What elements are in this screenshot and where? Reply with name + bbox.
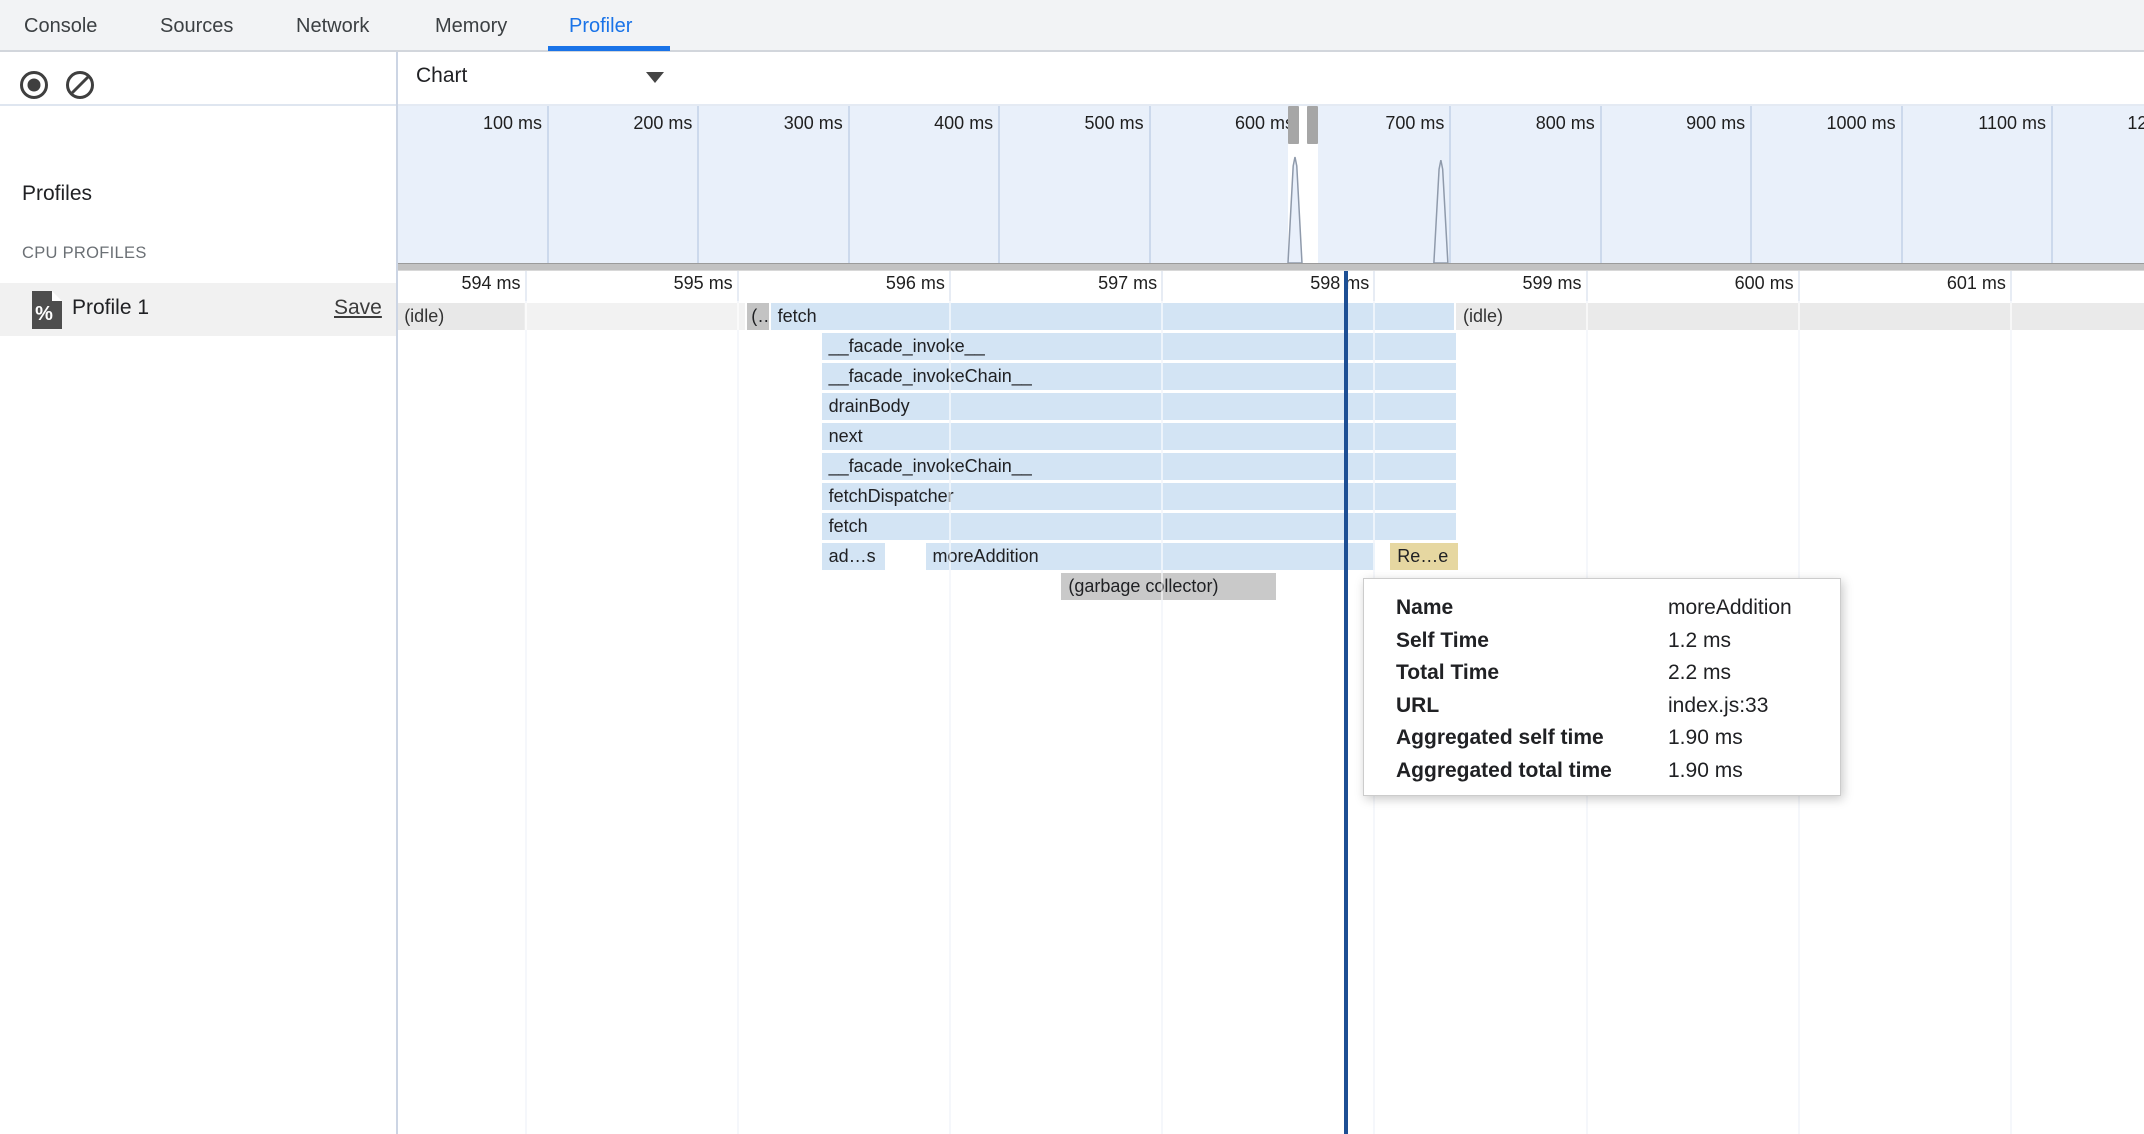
selection-handle-left[interactable]: [1288, 106, 1299, 144]
flame-ruler-label: 596 ms: [835, 273, 945, 294]
flame-ruler-label: 601 ms: [1896, 273, 2006, 294]
cpu-activity-spike: [1288, 157, 1302, 263]
flame-frame-fetch[interactable]: fetch: [822, 513, 1456, 540]
record-button[interactable]: [15, 66, 53, 104]
flame-frame-drainbody[interactable]: drainBody: [822, 393, 1456, 420]
flame-frame-fetchdispatcher[interactable]: fetchDispatcher: [822, 483, 1456, 510]
profile-name: Profile 1: [72, 296, 149, 320]
tooltip-label: Total Time: [1396, 657, 1499, 690]
flame-frame-facade-invoke[interactable]: __facade_invoke__: [822, 333, 1456, 360]
flame-ruler-label: 595 ms: [623, 273, 733, 294]
tooltip-label: Aggregated self time: [1396, 722, 1604, 755]
flame-frame-garbage-collector[interactable]: (garbage collector): [1061, 573, 1275, 600]
save-profile-link[interactable]: Save: [334, 296, 382, 320]
flame-frame-facade-invokechain[interactable]: __facade_invokeChain__: [822, 453, 1456, 480]
flame-frame-moreaddition[interactable]: moreAddition: [926, 543, 1376, 570]
selection-handle-right[interactable]: [1307, 106, 1318, 144]
tooltip-label: Aggregated total time: [1396, 755, 1612, 788]
record-icon: [15, 66, 53, 104]
tab-profiler[interactable]: Profiler: [569, 0, 632, 50]
clear-button[interactable]: [61, 66, 99, 104]
flame-ruler-label: 598 ms: [1259, 273, 1369, 294]
tooltip-value: 1.90 ms: [1668, 722, 1743, 755]
flame-ruler-label: 600 ms: [1684, 273, 1794, 294]
flame-gridline-overlay: [737, 301, 739, 1134]
flame-chart[interactable]: 594 ms 595 ms 596 ms 597 ms 598 ms 599 ms 600 …: [398, 271, 2144, 1134]
svg-text:%: %: [35, 303, 53, 325]
cpu-activity-spike: [1434, 160, 1448, 263]
tooltip-row: Aggregated self time 1.90 ms: [1364, 722, 1840, 755]
devtools-tabbar: Console Sources Network Memory Profiler: [0, 0, 2144, 52]
flame-ruler-label: 597 ms: [1047, 273, 1157, 294]
sidebar: Profiles CPU PROFILES % Profile 1 Save: [0, 52, 398, 1134]
flame-ruler-label: 594 ms: [411, 273, 521, 294]
cpu-profiles-section-label: CPU PROFILES: [22, 244, 147, 263]
clear-icon: [61, 66, 99, 104]
flame-gridline-overlay: [525, 301, 527, 1134]
flame-frame-next[interactable]: next: [822, 423, 1456, 450]
tooltip-row: Total Time 2.2 ms: [1364, 657, 1840, 690]
tooltip-label: URL: [1396, 690, 1439, 723]
flame-gridline-overlay: [949, 301, 951, 1134]
flame-frame-ad-s[interactable]: ad…s: [822, 543, 886, 570]
tooltip-label: Self Time: [1396, 625, 1489, 658]
flame-gridline-overlay: [2010, 301, 2012, 1134]
flame-ruler-label: 599 ms: [1472, 273, 1582, 294]
overview-divider: [398, 263, 2144, 271]
tooltip-value: 1.90 ms: [1668, 755, 1743, 788]
profile-document-icon: %: [30, 291, 62, 329]
flame-frame-facade-invokechain[interactable]: __facade_invokeChain__: [822, 363, 1456, 390]
tooltip-value: index.js:33: [1668, 690, 1768, 723]
flame-frame-idle[interactable]: (idle): [1456, 303, 2144, 330]
devtools-window: Console Sources Network Memory Profiler Prof…: [0, 0, 2144, 1134]
tooltip-row: Aggregated total time 1.90 ms: [1364, 755, 1840, 788]
profiler-main-panel: Chart 100 ms200 ms300 ms400 ms500 ms600 …: [398, 52, 2144, 1134]
tooltip-row: URL index.js:33: [1364, 690, 1840, 723]
timeline-cursor-line: [1344, 271, 1348, 1134]
view-mode-value: Chart: [416, 64, 467, 88]
tooltip-value: 1.2 ms: [1668, 625, 1731, 658]
flame-frame-re-e[interactable]: Re…e: [1390, 543, 1458, 570]
view-mode-dropdown[interactable]: Chart: [416, 62, 664, 94]
profiles-heading: Profiles: [22, 182, 92, 206]
cpu-activity-spikes: [398, 106, 2144, 263]
timeline-overview[interactable]: 100 ms200 ms300 ms400 ms500 ms600 ms700 …: [398, 106, 2144, 263]
tab-console[interactable]: Console: [24, 0, 97, 50]
view-toolbar: Chart: [398, 52, 2144, 106]
profile-item[interactable]: % Profile 1 Save: [0, 283, 396, 336]
frame-tooltip: NamemoreAdditionSelf Time1.2 msTotal Tim…: [1363, 578, 1841, 796]
tab-sources[interactable]: Sources: [160, 0, 233, 50]
tab-network[interactable]: Network: [296, 0, 369, 50]
flame-frame-[interactable]: (…: [747, 303, 768, 330]
flame-frame-idle[interactable]: (idle): [398, 303, 745, 330]
tooltip-label: Name: [1396, 592, 1453, 625]
dropdown-caret-icon: [646, 72, 664, 83]
flame-frame-fetch[interactable]: fetch: [771, 303, 1454, 330]
profiler-toolbar: [0, 52, 396, 106]
flame-gridline-overlay: [1161, 301, 1163, 1134]
tooltip-row: Name moreAddition: [1364, 592, 1840, 625]
tooltip-row: Self Time 1.2 ms: [1364, 625, 1840, 658]
tooltip-value: moreAddition: [1668, 592, 1792, 625]
tooltip-value: 2.2 ms: [1668, 657, 1731, 690]
tab-memory[interactable]: Memory: [435, 0, 507, 50]
